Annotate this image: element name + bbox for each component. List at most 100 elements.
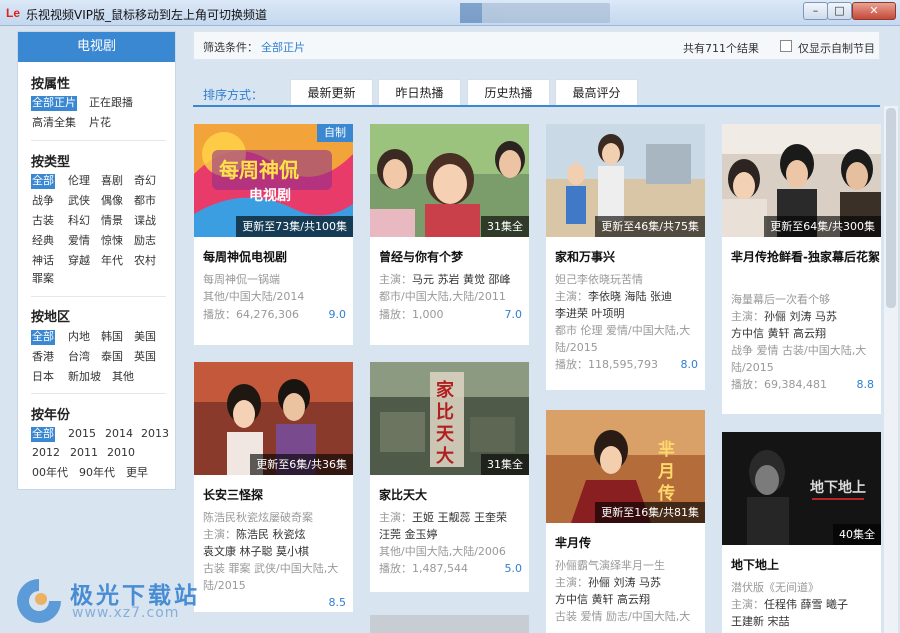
year-tag[interactable]: 2010 (106, 446, 136, 461)
card-plays: 播放：1,487,544 (379, 562, 468, 575)
only-self-checkbox[interactable] (780, 40, 792, 52)
card-desc: 海量幕后一次看个够 (731, 293, 830, 306)
filter-value[interactable]: 全部正片 (261, 39, 305, 55)
region-tag[interactable]: 内地 (67, 330, 91, 345)
card-title[interactable]: 芈月传抢鲜看-独家幕后花絮 (731, 248, 881, 267)
region-tag[interactable]: 泰国 (100, 350, 124, 365)
type-tag[interactable]: 偶像 (100, 194, 124, 209)
card-title[interactable]: 每周神侃电视剧 (203, 248, 287, 267)
year-tag[interactable]: 2013 (140, 427, 170, 442)
scrollbar-thumb[interactable] (886, 108, 896, 308)
type-tag[interactable]: 农村 (133, 254, 157, 269)
poster-image[interactable]: 芈 月 传 更新至16集/共81集 (546, 410, 705, 523)
type-tag[interactable]: 经典 (31, 234, 55, 249)
card-title[interactable]: 家比天大 (379, 486, 427, 505)
year-tag[interactable]: 2011 (69, 446, 99, 461)
card-genre: 其他/中国大陆/2014 (203, 290, 305, 303)
attr-tag[interactable]: 高清全集 (31, 116, 77, 131)
region-group-title: 按地区 (31, 310, 71, 325)
type-tag[interactable]: 武侠 (67, 194, 91, 209)
type-tag[interactable]: 战争 (31, 194, 55, 209)
region-tag[interactable]: 其他 (111, 370, 135, 385)
tab-latest[interactable]: 最新更新 (290, 79, 373, 105)
attr-tag[interactable]: 全部正片 (31, 96, 77, 111)
poster-image[interactable]: 地下地上 40集全 (722, 432, 881, 545)
year-tag[interactable]: 00年代 (31, 466, 69, 481)
video-card[interactable]: 家 比 天 大 31集全 家比天大 主演：王姬 王靓蕊 王奎荣 汪莞 金玉婷 其… (370, 362, 529, 592)
svg-text:地下地上: 地下地上 (810, 479, 866, 496)
search-icon[interactable] (460, 3, 482, 23)
video-card[interactable]: 更新至64集/共300集 芈月传抢鲜看-独家幕后花絮 海量幕后一次看个够 主演：… (722, 124, 881, 414)
card-cast-cont: 李进荣 叶项明 (555, 307, 625, 320)
card-title[interactable]: 家和万事兴 (555, 248, 615, 267)
region-tag[interactable]: 日本 (31, 370, 55, 385)
video-card[interactable]: 更新至6集/共36集 长安三怪探 陈浩民秋瓷炫屡破奇案 主演：陈浩民 秋瓷炫 袁… (194, 362, 353, 612)
region-tag[interactable]: 全部 (31, 330, 55, 345)
region-tag[interactable]: 新加坡 (67, 370, 102, 385)
type-tag[interactable]: 谍战 (133, 214, 157, 229)
region-tag[interactable]: 台湾 (67, 350, 91, 365)
svg-text:大: 大 (436, 445, 454, 467)
poster-image[interactable]: 更新至46集/共75集 (546, 124, 705, 237)
poster-image[interactable]: 每周神侃 电视剧 自制 更新至73集/共100集 (194, 124, 353, 237)
video-card[interactable]: 地下地上 40集全 地下地上 潜伏版《无间道》 主演：任程伟 薛雪 曦子 王建新… (722, 432, 881, 633)
maximize-button[interactable]: □ (827, 2, 852, 20)
year-tag[interactable]: 90年代 (78, 466, 116, 481)
type-tag[interactable]: 情景 (100, 214, 124, 229)
card-title[interactable]: 曾经与你有个梦 (379, 248, 463, 267)
tab-top-rated[interactable]: 最高评分 (555, 79, 638, 105)
poster-image[interactable]: 31集全 (370, 124, 529, 237)
year-tag[interactable]: 2012 (31, 446, 61, 461)
attr-tag[interactable]: 正在跟播 (88, 96, 134, 111)
type-tag[interactable]: 科幻 (67, 214, 91, 229)
video-card[interactable]: 31集全 曾经与你有个梦 主演：马元 苏岩 黄觉 邵峰 都市/中国大陆,大陆/2… (370, 124, 529, 345)
type-tag[interactable]: 惊悚 (100, 234, 124, 249)
watermark-url: www.xz7.com (72, 605, 180, 621)
year-tag[interactable]: 2015 (67, 427, 97, 442)
type-tag[interactable]: 穿越 (67, 254, 91, 269)
episode-badge: 40集全 (833, 524, 881, 545)
poster-image[interactable]: 家 比 天 大 31集全 (370, 362, 529, 475)
type-tag[interactable]: 古装 (31, 214, 55, 229)
episode-badge: 31集全 (481, 216, 529, 237)
type-tag[interactable]: 喜剧 (100, 174, 124, 189)
minimize-button[interactable]: – (803, 2, 828, 20)
type-tag[interactable]: 爱情 (67, 234, 91, 249)
year-tag[interactable]: 2014 (104, 427, 134, 442)
region-tag[interactable]: 美国 (133, 330, 157, 345)
type-tag[interactable]: 奇幻 (133, 174, 157, 189)
card-title[interactable]: 芈月传 (555, 534, 591, 553)
channel-search-box[interactable] (460, 3, 610, 23)
type-tag[interactable]: 伦理 (67, 174, 91, 189)
close-button[interactable]: ✕ (852, 2, 896, 20)
tab-history-hot[interactable]: 历史热播 (467, 79, 550, 105)
year-tag[interactable]: 更早 (125, 466, 149, 481)
region-tag[interactable]: 韩国 (100, 330, 124, 345)
region-tag[interactable]: 香港 (31, 350, 55, 365)
year-tag[interactable]: 全部 (31, 427, 55, 442)
attr-group-title: 按属性 (31, 77, 71, 92)
type-tag[interactable]: 全部 (31, 174, 55, 189)
poster-image[interactable]: 更新至6集/共36集 (194, 362, 353, 475)
type-tag[interactable]: 都市 (133, 194, 157, 209)
video-card[interactable]: 更新至46集/共75集 家和万事兴 妲己李依晓玩苦情 主演：李依晓 海陆 张迪 … (546, 124, 705, 390)
only-self-label[interactable]: 仅显示自制节目 (798, 40, 875, 56)
region-tag[interactable]: 英国 (133, 350, 157, 365)
channel-header[interactable]: 电视剧 (18, 32, 175, 62)
card-title[interactable]: 地下地上 (731, 556, 779, 575)
poster-image[interactable]: 更新至64集/共300集 (722, 124, 881, 237)
svg-text:传: 传 (657, 483, 675, 504)
tab-yesterday-hot[interactable]: 昨日热播 (378, 79, 461, 105)
type-tag[interactable]: 年代 (100, 254, 124, 269)
video-card[interactable] (370, 615, 529, 633)
type-tag[interactable]: 神话 (31, 254, 55, 269)
video-card[interactable]: 每周神侃 电视剧 自制 更新至73集/共100集 每周神侃电视剧 每周神侃一锅端… (194, 124, 353, 345)
card-title[interactable]: 长安三怪探 (203, 486, 263, 505)
card-plays: 播放：118,595,793 (555, 358, 658, 371)
rating-score: 8.8 (856, 378, 875, 391)
type-tag[interactable]: 罪案 (31, 272, 55, 287)
card-cast: 主演：孙俪 刘涛 马苏 (731, 310, 837, 323)
type-tag[interactable]: 励志 (133, 234, 157, 249)
attr-tag[interactable]: 片花 (88, 116, 112, 131)
video-card[interactable]: 芈 月 传 更新至16集/共81集 芈月传 孙俪霸气演绎芈月一生 主演：孙俪 刘… (546, 410, 705, 633)
